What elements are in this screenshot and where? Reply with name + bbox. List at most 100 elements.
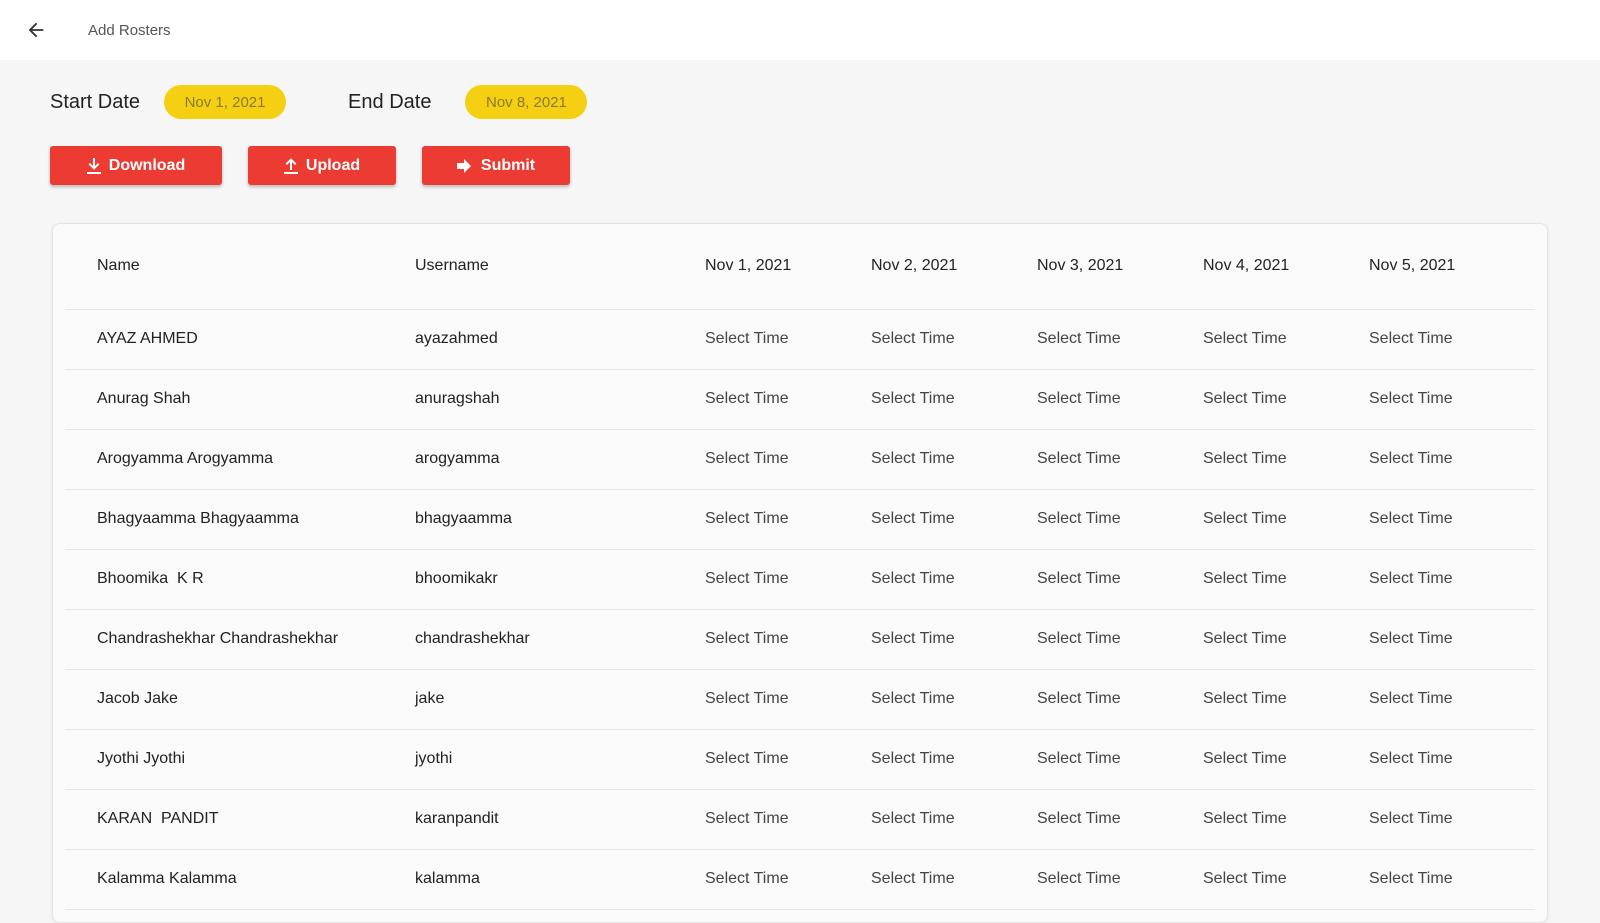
select-time-cell[interactable]: Select Time (1203, 429, 1369, 490)
select-time-cell[interactable]: Select Time (1203, 849, 1369, 910)
employee-username: anuragshah (415, 369, 705, 430)
employee-username: bhoomikakr (415, 549, 705, 610)
select-time-cell[interactable]: Select Time (1369, 669, 1535, 730)
employee-name: Arogyamma Arogyamma (65, 429, 415, 490)
employee-name: KARAN PANDIT (65, 789, 415, 850)
select-time-cell[interactable]: Select Time (1203, 669, 1369, 730)
employee-username: jyothi (415, 729, 705, 790)
select-time-cell[interactable]: Select Time (1203, 789, 1369, 850)
employee-username: jake (415, 669, 705, 730)
select-time-cell[interactable]: Select Time (1203, 489, 1369, 550)
select-time-cell[interactable]: Select Time (1369, 549, 1535, 610)
select-time-cell[interactable]: Select Time (871, 429, 1037, 490)
select-time-cell[interactable]: Select Time (705, 429, 871, 490)
employee-username: arogyamma (415, 429, 705, 490)
submit-arrow-icon (456, 158, 471, 173)
employee-name: Kalamma Kalamma (65, 849, 415, 910)
select-time-cell[interactable]: Select Time (1369, 849, 1535, 910)
employee-username: chandrashekhar (415, 609, 705, 670)
select-time-cell[interactable]: Select Time (705, 369, 871, 430)
table-row: Chandrashekhar Chandrashekhar chandrashek… (65, 609, 1535, 670)
table-header-row: Name Username Nov 1, 2021 Nov 2, 2021 No… (65, 224, 1535, 310)
employee-name: Bhoomika K R (65, 549, 415, 610)
select-time-cell[interactable]: Select Time (1369, 729, 1535, 790)
table-row: Bhoomika K Rbhoomikakr Select Time Select … (65, 549, 1535, 610)
column-header-date: Nov 5, 2021 (1369, 224, 1535, 310)
top-app-bar: Add Rosters (0, 0, 1600, 60)
select-time-cell[interactable]: Select Time (871, 669, 1037, 730)
select-time-cell[interactable]: Select Time (1203, 729, 1369, 790)
select-time-cell[interactable]: Select Time (1037, 489, 1203, 550)
column-header-date: Nov 2, 2021 (871, 224, 1037, 310)
column-header-date: Nov 1, 2021 (705, 224, 871, 310)
employee-name: Anurag Shah (65, 369, 415, 430)
select-time-cell[interactable]: Select Time (871, 549, 1037, 610)
select-time-cell[interactable]: Select Time (871, 309, 1037, 370)
arrow-left-icon (28, 22, 44, 38)
select-time-cell[interactable]: Select Time (1037, 369, 1203, 430)
select-time-cell[interactable]: Select Time (871, 849, 1037, 910)
select-time-cell[interactable]: Select Time (705, 849, 871, 910)
column-header-name: Name (65, 224, 415, 310)
select-time-cell[interactable]: Select Time (1369, 609, 1535, 670)
submit-button[interactable]: Submit (422, 146, 570, 185)
start-date-label: Start Date (50, 90, 141, 113)
column-header-username: Username (415, 224, 705, 310)
employee-username: ayazahmed (415, 309, 705, 370)
back-button[interactable] (16, 10, 56, 50)
select-time-cell[interactable]: Select Time (705, 789, 871, 850)
employee-username: karanpandit (415, 789, 705, 850)
end-date-picker[interactable]: Nov 8, 2021 (465, 85, 588, 119)
date-range: Start Date Nov 1, 2021 End Date Nov 8, 2… (50, 84, 588, 120)
upload-label: Upload (305, 156, 361, 174)
select-time-cell[interactable]: Select Time (1037, 309, 1203, 370)
start-date-picker[interactable]: Nov 1, 2021 (164, 85, 287, 119)
action-toolbar: Download Upload Submit (50, 146, 570, 185)
upload-button[interactable]: Upload (248, 146, 396, 185)
column-header-date: Nov 4, 2021 (1203, 224, 1369, 310)
select-time-cell[interactable]: Select Time (1203, 549, 1369, 610)
page-title: Add Rosters (88, 21, 171, 39)
employee-name: Bhagyaamma Bhagyaamma (65, 489, 415, 550)
roster-table: Name Username Nov 1, 2021 Nov 2, 2021 No… (65, 224, 1535, 910)
table-row: Jyothi Jyothi jyothi Select Time Select Tim… (65, 729, 1535, 790)
employee-name: AYAZ AHMED (65, 309, 415, 370)
select-time-cell[interactable]: Select Time (1203, 609, 1369, 670)
select-time-cell[interactable]: Select Time (1203, 309, 1369, 370)
select-time-cell[interactable]: Select Time (871, 729, 1037, 790)
table-row: Jacob Jake jake Select Time Select Time Sele… (65, 669, 1535, 730)
employee-name: Chandrashekhar Chandrashekhar (65, 609, 415, 670)
select-time-cell[interactable]: Select Time (705, 489, 871, 550)
select-time-cell[interactable]: Select Time (1037, 729, 1203, 790)
download-button[interactable]: Download (50, 146, 222, 185)
select-time-cell[interactable]: Select Time (1037, 549, 1203, 610)
select-time-cell[interactable]: Select Time (1369, 789, 1535, 850)
select-time-cell[interactable]: Select Time (1037, 609, 1203, 670)
select-time-cell[interactable]: Select Time (1037, 429, 1203, 490)
select-time-cell[interactable]: Select Time (871, 369, 1037, 430)
table-row: Anurag Shah anuragshah Select Time Select T… (65, 369, 1535, 430)
select-time-cell[interactable]: Select Time (1369, 429, 1535, 490)
select-time-cell[interactable]: Select Time (1037, 789, 1203, 850)
select-time-cell[interactable]: Select Time (705, 669, 871, 730)
select-time-cell[interactable]: Select Time (871, 609, 1037, 670)
select-time-cell[interactable]: Select Time (871, 789, 1037, 850)
select-time-cell[interactable]: Select Time (705, 549, 871, 610)
select-time-cell[interactable]: Select Time (1037, 849, 1203, 910)
select-time-cell[interactable]: Select Time (1037, 669, 1203, 730)
select-time-cell[interactable]: Select Time (871, 489, 1037, 550)
select-time-cell[interactable]: Select Time (1369, 489, 1535, 550)
upload-icon (283, 157, 298, 174)
select-time-cell[interactable]: Select Time (1369, 369, 1535, 430)
select-time-cell[interactable]: Select Time (705, 609, 871, 670)
employee-name: Jyothi Jyothi (65, 729, 415, 790)
select-time-cell[interactable]: Select Time (705, 309, 871, 370)
select-time-cell[interactable]: Select Time (1203, 369, 1369, 430)
download-label: Download (108, 156, 186, 174)
download-icon (86, 157, 101, 174)
roster-card: Name Username Nov 1, 2021 Nov 2, 2021 No… (52, 223, 1548, 923)
select-time-cell[interactable]: Select Time (1369, 309, 1535, 370)
employee-name: Jacob Jake (65, 669, 415, 730)
select-time-cell[interactable]: Select Time (705, 729, 871, 790)
table-row: KARAN PANDIT karanpandit Select Time Select… (65, 789, 1535, 850)
